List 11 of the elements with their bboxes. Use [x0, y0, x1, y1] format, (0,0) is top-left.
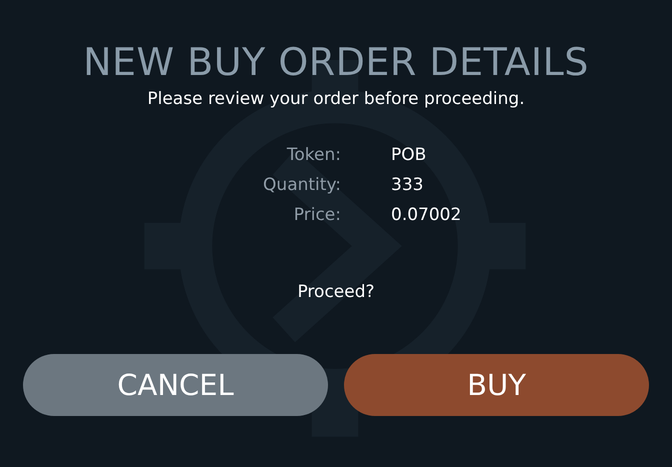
cancel-button[interactable]: CANCEL [23, 354, 328, 416]
prompt-text: Proceed? [297, 281, 375, 303]
detail-value: POB [391, 144, 426, 166]
detail-label: Quantity: [263, 174, 341, 196]
subtitle: Please review your order before proceeding. [147, 88, 525, 110]
detail-value: 0.07002 [391, 204, 462, 226]
detail-value: 333 [391, 174, 424, 196]
detail-label: Price: [294, 204, 341, 226]
buy-button[interactable]: BUY [344, 354, 649, 416]
dialog-title: NEW BUY ORDER DETAILS [83, 39, 589, 86]
detail-label: Token: [286, 144, 341, 166]
